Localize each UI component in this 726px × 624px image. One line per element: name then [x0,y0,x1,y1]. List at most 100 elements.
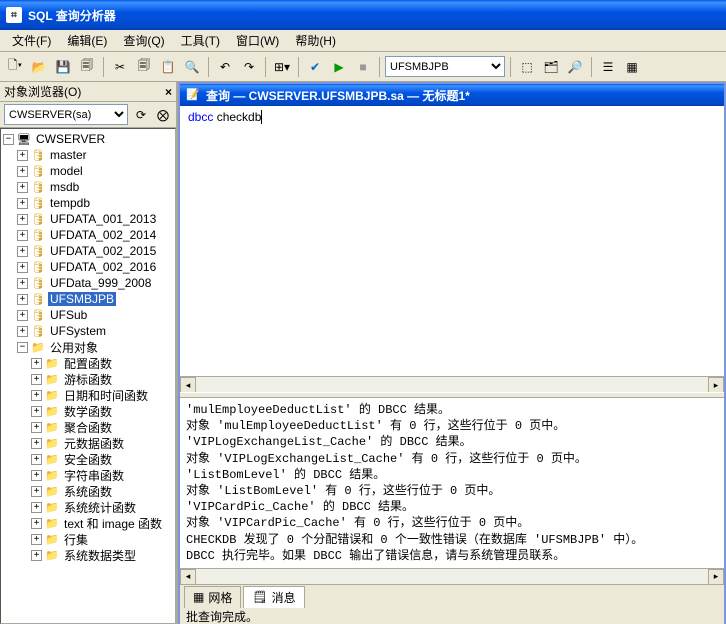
cut-button[interactable]: ✂ [109,56,131,78]
save-all-button[interactable]: 🗐 [76,56,98,78]
expand-icon[interactable]: + [31,470,42,481]
tree-database-node[interactable]: +UFSystem [3,323,173,339]
tree-database-node[interactable]: +UFData_999_2008 [3,275,173,291]
show-results-button[interactable]: ☰ [597,56,619,78]
tree-common-objects-node[interactable]: − 公用对象 [3,339,173,355]
expand-icon[interactable]: + [31,422,42,433]
scroll-right-button[interactable]: ▸ [708,377,724,393]
expand-icon[interactable]: + [17,214,28,225]
open-button[interactable]: 📂 [28,56,50,78]
expand-icon[interactable]: + [31,518,42,529]
expand-icon[interactable]: + [17,198,28,209]
stop-button[interactable]: ■ [352,56,374,78]
tree-database-node[interactable]: +model [3,163,173,179]
results-pane[interactable]: 'mulEmployeeDeductList' 的 DBCC 结果。 对象 'm… [180,398,724,568]
find-button[interactable]: 🔍 [181,56,203,78]
tree-database-node[interactable]: +msdb [3,179,173,195]
disconnect-button[interactable]: ⨂ [154,106,172,124]
refresh-button[interactable]: ⟳ [132,106,150,124]
tree-database-node[interactable]: +tempdb [3,195,173,211]
tree-folder-node[interactable]: +text 和 image 函数 [3,515,173,531]
tree-folder-node[interactable]: +配置函数 [3,355,173,371]
collapse-icon[interactable]: − [3,134,14,145]
database-select[interactable]: UFSMBJPB [385,56,505,77]
tree-folder-node[interactable]: +日期和时间函数 [3,387,173,403]
tree-folder-node[interactable]: +安全函数 [3,451,173,467]
tab-messages[interactable]: 🗒 消息 [243,586,304,608]
expand-icon[interactable]: + [31,438,42,449]
scroll-left-button[interactable]: ◂ [180,569,196,585]
expand-icon[interactable]: + [17,262,28,273]
sql-editor[interactable]: dbcc checkdb [180,106,724,376]
parse-button[interactable]: ✔ [304,56,326,78]
tree-database-node[interactable]: +UFDATA_002_2014 [3,227,173,243]
expand-icon[interactable]: + [17,150,28,161]
expand-icon[interactable]: + [31,374,42,385]
tree-database-node[interactable]: +UFDATA_001_2013 [3,211,173,227]
expand-icon[interactable]: + [17,230,28,241]
expand-icon[interactable]: + [17,310,28,321]
menu-tools[interactable]: 工具(T) [173,30,228,51]
copy-button[interactable]: 🗐 [133,56,155,78]
expand-icon[interactable]: + [31,534,42,545]
tree-database-node[interactable]: +UFSMBJPB [3,291,173,307]
menu-edit[interactable]: 编辑(E) [59,30,115,51]
expand-icon[interactable]: + [31,390,42,401]
tree-folder-node[interactable]: +系统函数 [3,483,173,499]
expand-icon[interactable]: + [31,358,42,369]
tree-folder-node[interactable]: +数学函数 [3,403,173,419]
object-browser-button[interactable]: 🗂 [540,56,562,78]
estimated-plan-button[interactable]: ⬚ [516,56,538,78]
new-query-button[interactable]: 🗋▾ [4,56,26,78]
tab-grid[interactable]: ▦ 网格 [184,586,241,608]
server-select[interactable]: CWSERVER(sa) [4,104,128,125]
tree-folder-node[interactable]: +元数据函数 [3,435,173,451]
show-execution-plan-button[interactable]: ▦ [621,56,643,78]
tree-database-node[interactable]: +UFDATA_002_2015 [3,243,173,259]
folder-icon [45,532,59,546]
tree-folder-node[interactable]: +系统数据类型 [3,547,173,563]
results-horizontal-scrollbar[interactable]: ◂ ▸ [180,568,724,584]
tree-database-node[interactable]: +UFSub [3,307,173,323]
expand-icon[interactable]: + [31,486,42,497]
undo-button[interactable]: ↶ [214,56,236,78]
scroll-right-button[interactable]: ▸ [708,569,724,585]
collapse-icon[interactable]: − [17,342,28,353]
object-search-button[interactable]: 🔎 [564,56,586,78]
paste-button[interactable]: 📋 [157,56,179,78]
scroll-track[interactable] [196,377,708,392]
execute-button[interactable]: ▶ [328,56,350,78]
tree-folder-node[interactable]: +行集 [3,531,173,547]
expand-icon[interactable]: + [17,294,28,305]
scroll-track[interactable] [196,569,708,584]
save-button[interactable]: 💾 [52,56,74,78]
editor-horizontal-scrollbar[interactable]: ◂ ▸ [180,376,724,392]
panel-close-button[interactable]: × [165,85,172,99]
query-window-title: 查询 — CWSERVER.UFSMBJPB.sa — 无标题1* [206,87,470,104]
menu-help[interactable]: 帮助(H) [287,30,344,51]
expand-icon[interactable]: + [31,550,42,561]
tree-folder-node[interactable]: +游标函数 [3,371,173,387]
expand-icon[interactable]: + [17,326,28,337]
tree-folder-node[interactable]: +字符串函数 [3,467,173,483]
expand-icon[interactable]: + [17,278,28,289]
menu-query[interactable]: 查询(Q) [115,30,172,51]
scroll-left-button[interactable]: ◂ [180,377,196,393]
menu-file[interactable]: 文件(F) [4,30,59,51]
tree-server-node[interactable]: − CWSERVER [3,131,173,147]
expand-icon[interactable]: + [17,182,28,193]
tree-database-node[interactable]: +master [3,147,173,163]
expand-icon[interactable]: + [31,406,42,417]
expand-icon[interactable]: + [17,166,28,177]
expand-icon[interactable]: + [31,454,42,465]
object-tree[interactable]: − CWSERVER +master+model+msdb+tempdb+UFD… [0,128,176,624]
tree-database-node[interactable]: +UFDATA_002_2016 [3,259,173,275]
menu-window[interactable]: 窗口(W) [228,30,287,51]
tree-folder-node[interactable]: +系统统计函数 [3,499,173,515]
tree-folder-node[interactable]: +聚合函数 [3,419,173,435]
query-window-titlebar[interactable]: 📝 查询 — CWSERVER.UFSMBJPB.sa — 无标题1* [180,84,724,106]
execute-mode-button[interactable]: ⊞▾ [271,56,293,78]
expand-icon[interactable]: + [31,502,42,513]
redo-button[interactable]: ↷ [238,56,260,78]
expand-icon[interactable]: + [17,246,28,257]
